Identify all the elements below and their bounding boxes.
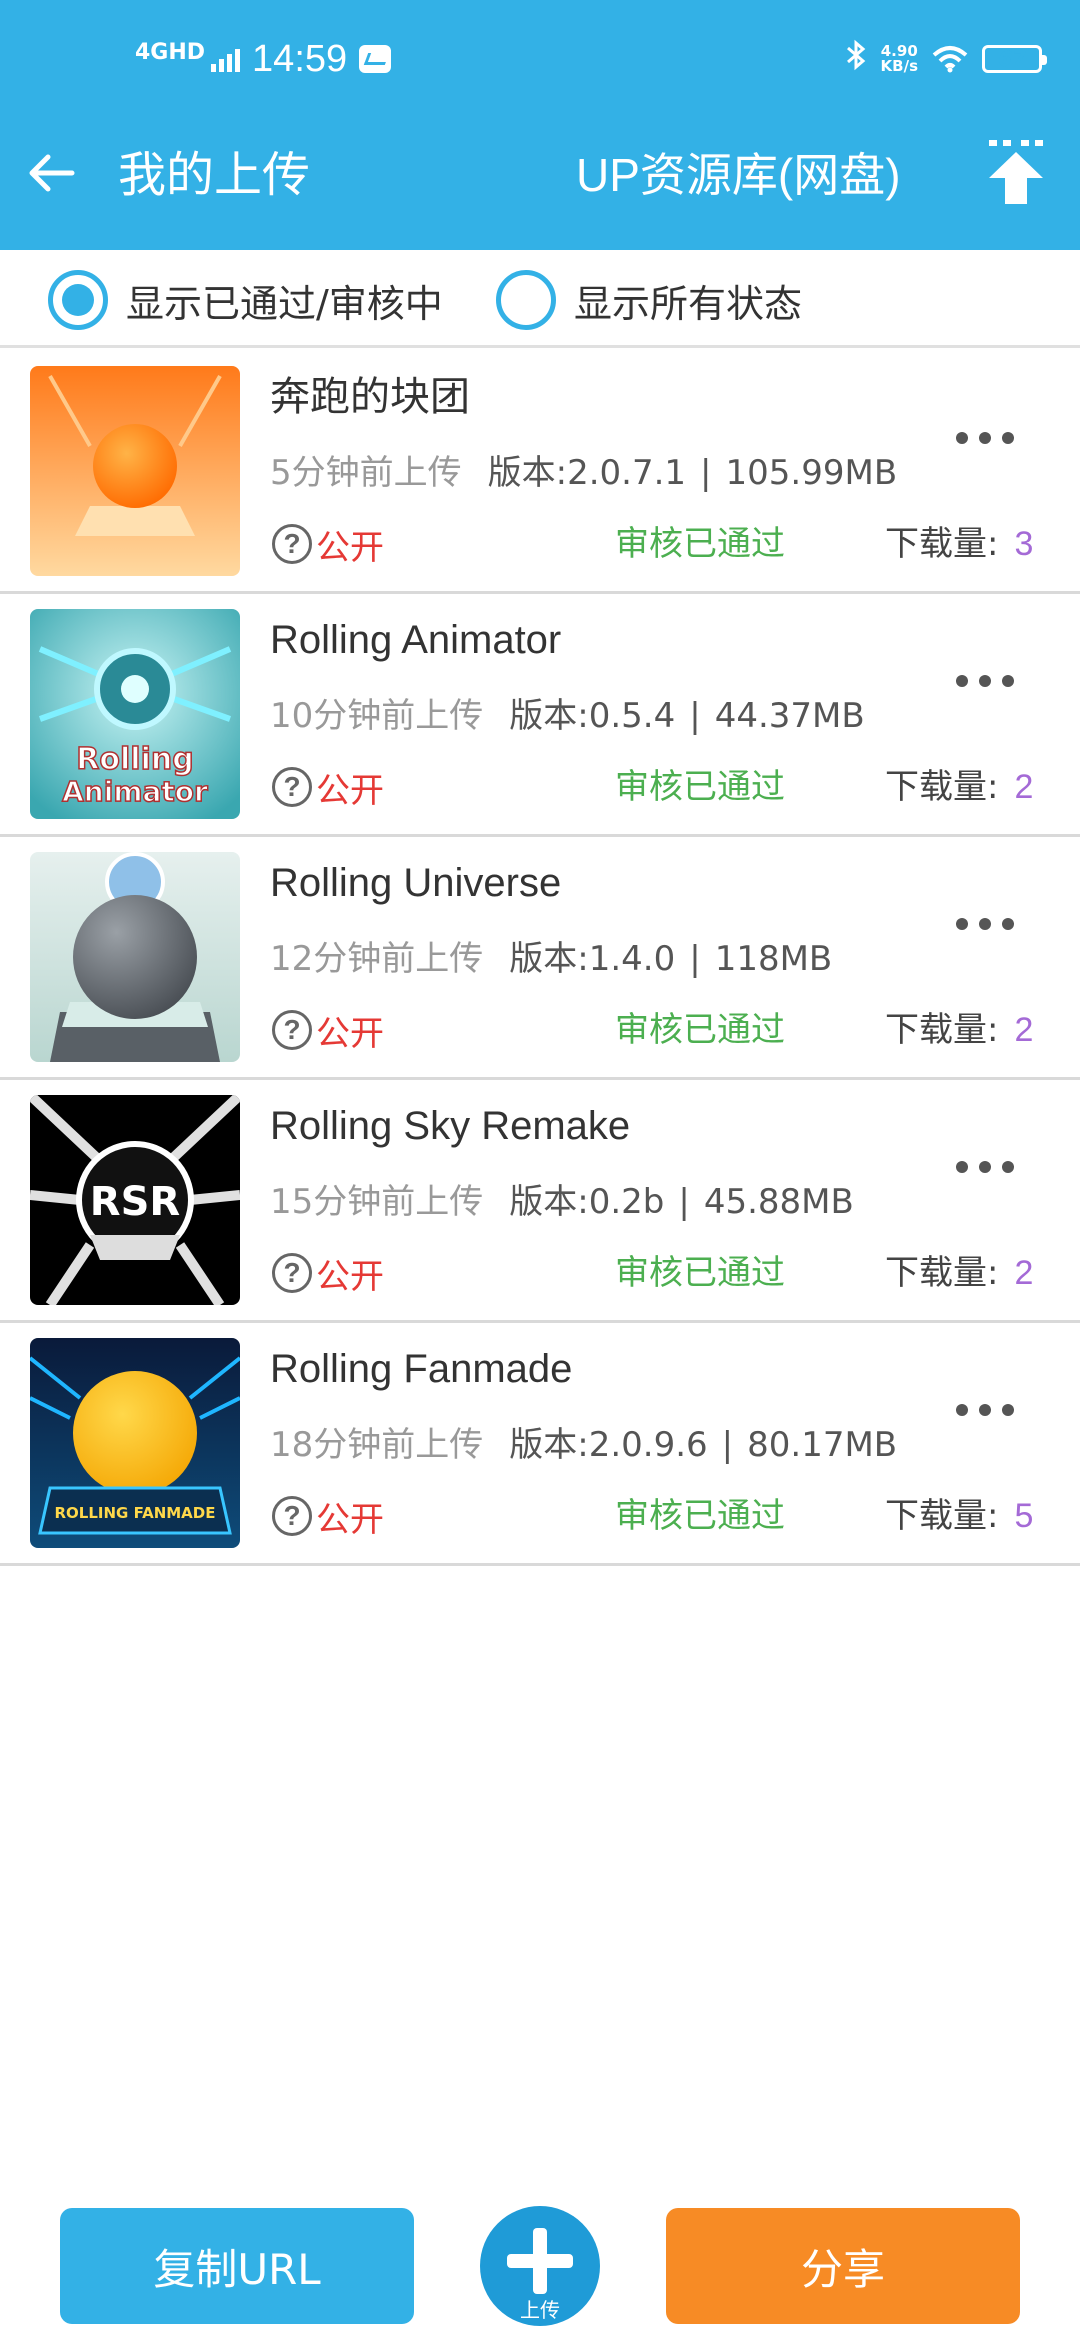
share-button[interactable]: 分享	[666, 2208, 1020, 2324]
more-options-button[interactable]	[950, 1142, 1020, 1192]
wifi-icon	[932, 45, 968, 73]
version: 版本:2.0.7.1	[487, 453, 687, 493]
item-meta: 5分钟前上传 版本:2.0.7.1 | 105.99MB	[270, 453, 898, 493]
item-title: Rolling Universe	[270, 861, 562, 905]
list-item[interactable]: ROLLING FANMADE Rolling Fanmade 18分钟前上传版…	[0, 1323, 1080, 1566]
app-thumbnail	[30, 366, 240, 576]
visibility[interactable]: ? 公开	[272, 1250, 384, 1297]
app-thumbnail: ROLLING FANMADE	[30, 1338, 240, 1548]
svg-text:Animator: Animator	[62, 775, 208, 808]
upload-time: 5分钟前上传	[270, 453, 462, 493]
visibility[interactable]: ? 公开	[272, 521, 384, 568]
more-options-button[interactable]	[950, 656, 1020, 706]
more-options-button[interactable]	[950, 413, 1020, 463]
list-item[interactable]: 奔跑的块团 5分钟前上传 版本:2.0.7.1 | 105.99MB ? 公开 审核已…	[0, 351, 1080, 594]
upload-time: 10分钟前上传	[270, 696, 484, 736]
file-size: 118MB	[714, 939, 833, 979]
review-status: 审核已通过	[615, 524, 785, 564]
app-thumbnail: Rolling Animator	[30, 609, 240, 819]
file-size: 45.88MB	[703, 1182, 854, 1222]
download-count: 下载量: 2	[885, 1010, 1034, 1050]
list-item[interactable]: Rolling Universe 12分钟前上传 版本:1.4.0 | 118MB ?…	[0, 837, 1080, 1080]
visibility[interactable]: ? 公开	[272, 764, 384, 811]
network-speed: 4.90 KB/s	[880, 42, 918, 75]
status-filter: 显示已通过/审核中 显示所有状态	[0, 250, 1080, 348]
network-type: 4GHD	[135, 40, 206, 65]
status-bar-left: 4GHD 14:59	[135, 34, 392, 84]
svg-text:Rolling: Rolling	[76, 742, 193, 777]
download-count: 下载量: 2	[885, 767, 1034, 807]
review-status: 审核已通过	[615, 1496, 785, 1536]
visibility-label: 公开	[316, 1256, 384, 1297]
clock: 14:59	[252, 37, 348, 80]
help-icon[interactable]: ?	[272, 1010, 312, 1050]
page-title: 我的上传	[118, 147, 311, 203]
item-meta: 10分钟前上传 版本:0.5.4 | 44.37MB	[270, 696, 865, 736]
visibility-label: 公开	[316, 770, 384, 811]
app-bar: 4GHD 14:59 4.90 KB/s 67 我的上传 UP资源库(网盘)	[0, 0, 1080, 250]
item-meta: 15分钟前上传 版本:0.2b | 45.88MB	[270, 1182, 854, 1222]
battery-icon: 67	[982, 45, 1047, 73]
app-thumbnail	[30, 852, 240, 1062]
item-meta: 18分钟前上传 版本:2.0.9.6 | 80.17MB	[270, 1425, 898, 1465]
more-options-button[interactable]	[950, 899, 1020, 949]
visibility-label: 公开	[316, 1013, 384, 1054]
signal-icon	[211, 46, 241, 72]
item-title: Rolling Sky Remake	[270, 1104, 631, 1148]
more-options-button[interactable]	[950, 1385, 1020, 1435]
upload-time: 18分钟前上传	[270, 1425, 484, 1465]
version: 版本:0.2b	[509, 1182, 665, 1222]
battery-level: 67	[998, 47, 1026, 71]
upload-time: 15分钟前上传	[270, 1182, 484, 1222]
visibility-label: 公开	[316, 1499, 384, 1540]
visibility[interactable]: ? 公开	[272, 1493, 384, 1540]
filter-all-status[interactable]: 显示所有状态	[496, 268, 802, 332]
list-item[interactable]: Rolling Animator Rolling Animator 10分钟前上…	[0, 594, 1080, 837]
back-button[interactable]	[18, 140, 84, 206]
visibility[interactable]: ? 公开	[272, 1007, 384, 1054]
help-icon[interactable]: ?	[272, 524, 312, 564]
version: 版本:2.0.9.6	[509, 1425, 708, 1465]
help-icon[interactable]: ?	[272, 1253, 312, 1293]
message-notification-icon	[359, 45, 392, 73]
version: 版本:1.4.0	[509, 939, 676, 979]
review-status: 审核已通过	[615, 1253, 785, 1293]
upload-arrow-icon	[989, 140, 1043, 204]
item-meta: 12分钟前上传 版本:1.4.0 | 118MB	[270, 939, 833, 979]
help-icon[interactable]: ?	[272, 1496, 312, 1536]
copy-url-button[interactable]: 复制URL	[60, 2208, 414, 2324]
item-title: Rolling Fanmade	[270, 1347, 573, 1391]
upload-fab-label: 上传	[520, 2298, 560, 2322]
review-status: 审核已通过	[615, 767, 785, 807]
svg-text:RSR: RSR	[90, 1179, 180, 1225]
download-count: 下载量: 3	[885, 524, 1034, 564]
filter-label-approved: 显示已通过/审核中	[126, 281, 443, 326]
upload-button[interactable]	[985, 140, 1047, 206]
radio-selected[interactable]	[48, 270, 108, 330]
bluetooth-icon	[845, 39, 867, 79]
item-title: Rolling Animator	[270, 618, 562, 662]
download-count: 下载量: 5	[885, 1496, 1034, 1536]
file-size: 44.37MB	[714, 696, 865, 736]
item-title: 奔跑的块团	[270, 375, 470, 419]
version: 版本:0.5.4	[509, 696, 676, 736]
download-count: 下载量: 2	[885, 1253, 1034, 1293]
resource-library-link[interactable]: UP资源库(网盘)	[576, 145, 901, 205]
filter-approved-reviewing[interactable]: 显示已通过/审核中	[48, 268, 443, 332]
app-thumbnail: RSR	[30, 1095, 240, 1305]
radio-unselected[interactable]	[496, 270, 556, 330]
visibility-label: 公开	[316, 527, 384, 568]
list-item[interactable]: RSR Rolling Sky Remake 15分钟前上传 版本:0.2b | 45…	[0, 1080, 1080, 1323]
status-bar-right: 4.90 KB/s 67	[845, 34, 1047, 84]
upload-time: 12分钟前上传	[270, 939, 484, 979]
help-icon[interactable]: ?	[272, 767, 312, 807]
arrow-left-icon	[29, 154, 75, 192]
upload-fab[interactable]: 上传	[480, 2206, 600, 2326]
filter-label-all: 显示所有状态	[574, 281, 803, 326]
file-size: 80.17MB	[747, 1425, 898, 1465]
review-status: 审核已通过	[615, 1010, 785, 1050]
file-size: 105.99MB	[725, 453, 898, 493]
svg-text:ROLLING FANMADE: ROLLING FANMADE	[54, 1504, 215, 1522]
